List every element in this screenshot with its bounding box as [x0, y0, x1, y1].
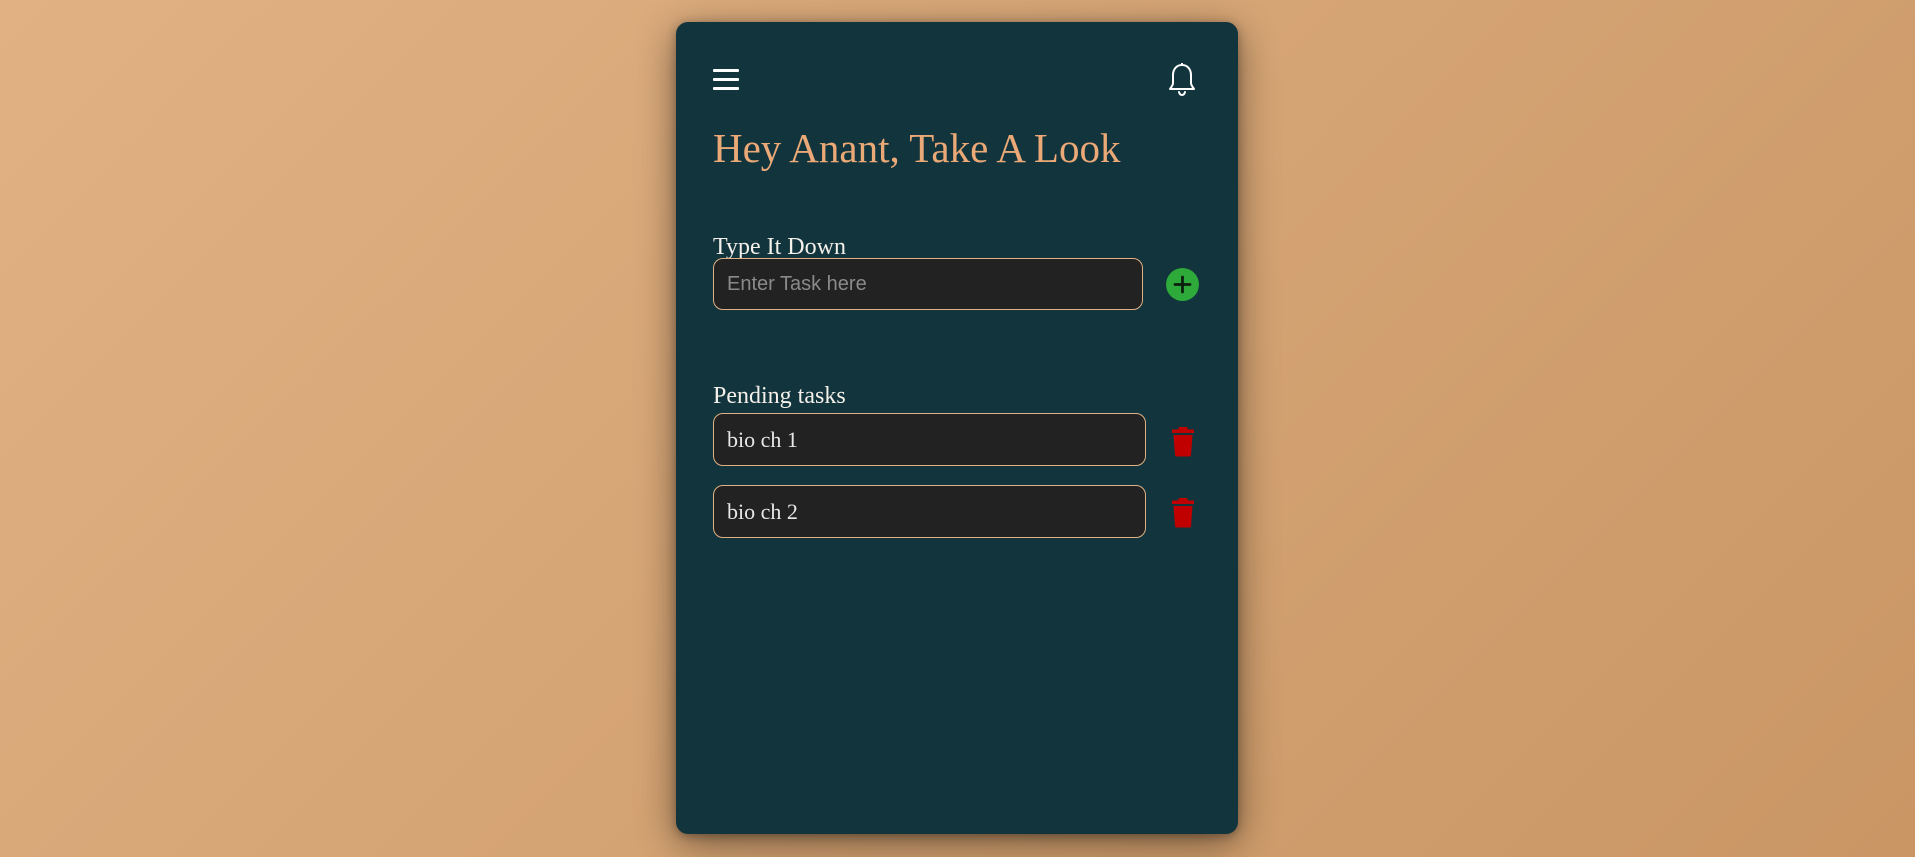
add-task-button[interactable]: [1166, 268, 1199, 301]
task-text: bio ch 2: [727, 498, 798, 524]
task-item[interactable]: bio ch 2: [713, 485, 1146, 538]
plus-circle-icon: [1173, 275, 1192, 294]
delete-task-button[interactable]: [1168, 496, 1198, 528]
task-text: bio ch 1: [727, 426, 798, 452]
bell-icon[interactable]: [1167, 62, 1197, 98]
page-title: Hey Anant, Take A Look: [713, 125, 1121, 171]
task-item[interactable]: bio ch 1: [713, 413, 1146, 466]
delete-task-button[interactable]: [1168, 425, 1198, 457]
trash-icon: [1172, 427, 1194, 457]
todo-card: Hey Anant, Take A Look Type It Down Pend…: [676, 22, 1238, 834]
new-task-label: Type It Down: [713, 234, 846, 260]
task-input[interactable]: [713, 258, 1143, 310]
pending-tasks-label: Pending tasks: [713, 383, 846, 409]
trash-icon: [1172, 498, 1194, 528]
hamburger-menu-icon[interactable]: [713, 67, 739, 91]
